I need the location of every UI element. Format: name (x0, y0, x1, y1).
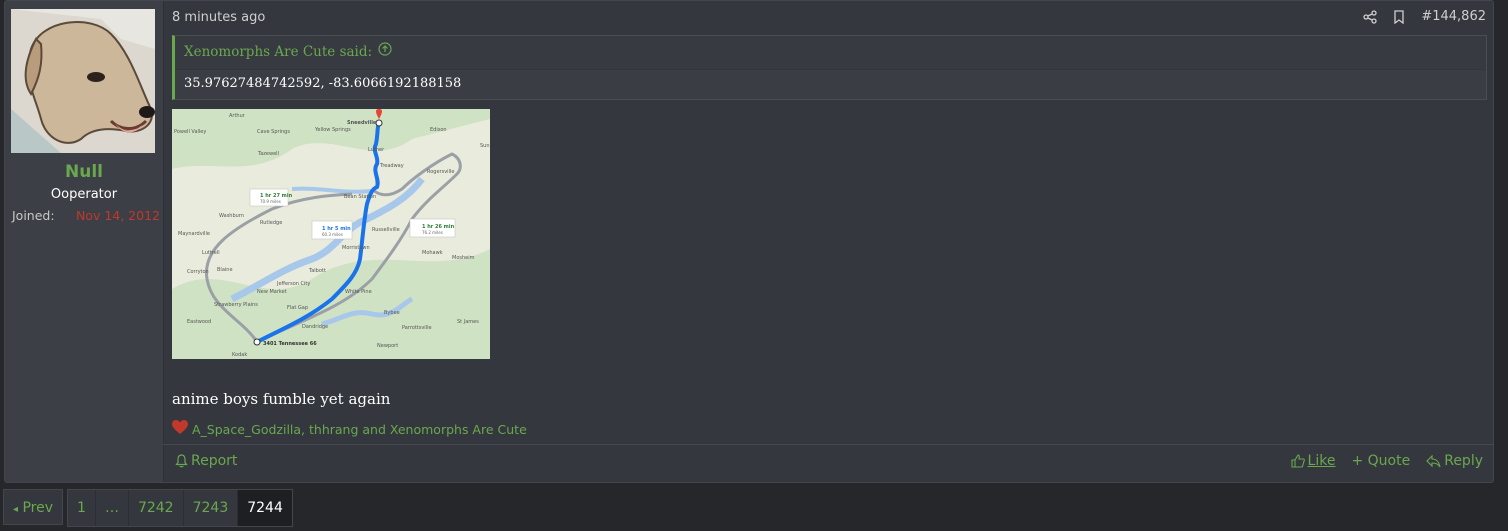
map-label: Rogersville (427, 169, 454, 175)
post-actions: #144,862 (1363, 9, 1486, 24)
map-label: Jefferson City (276, 281, 310, 287)
quote-header[interactable]: Xenomorphs Are Cute said: (175, 36, 1486, 70)
report-label: Report (191, 453, 238, 469)
map-label: Washburn (219, 213, 244, 219)
quote-author[interactable]: Xenomorphs Are Cute said: (184, 36, 372, 69)
map-label: Arthur (229, 113, 246, 119)
bell-icon (175, 454, 188, 468)
like-label: Like (1307, 453, 1336, 469)
reply-button[interactable]: Reply (1426, 453, 1483, 469)
map-label: Morristown (342, 245, 370, 251)
map-label: Yellow Springs (314, 127, 351, 133)
footer-actions: Like + Quote Reply (1290, 453, 1483, 469)
map-label: Mohawk (422, 250, 443, 256)
report-button[interactable]: Report (175, 453, 237, 469)
page-link-7242[interactable]: 7242 (128, 490, 184, 526)
map-label: Dandridge (302, 324, 328, 330)
quote-block: Xenomorphs Are Cute said: 35.97627484742… (172, 35, 1487, 100)
arrow-up-circle-icon[interactable] (378, 36, 392, 69)
map-label: Parrottsville (402, 325, 432, 331)
quote-label: + Quote (1351, 453, 1411, 469)
quote-text: 35.97627484742592, -83.6066192188158 (184, 76, 462, 91)
map-label: White Pine (345, 289, 372, 295)
map-label: Mosheim (452, 255, 475, 261)
thumbs-up-icon (1290, 454, 1305, 468)
map-label: Kodak (232, 352, 247, 358)
chevron-left-icon: ◂ (13, 504, 19, 515)
map-label: Cave Springs (257, 129, 290, 135)
post-main: 8 minutes ago #144,862 Xenomorphs Are Cu… (163, 1, 1493, 482)
map-label: Powell Valley (174, 129, 206, 135)
pagination: ◂ Prev 1 … 7242 7243 7244 (3, 489, 293, 527)
map-label: Blaine (217, 267, 233, 273)
map-label: Rutledge (260, 220, 282, 226)
reactions-bar: A_Space_Godzilla, thhrang and Xenomorphs… (172, 420, 527, 438)
map-label: Luttrell (202, 250, 220, 256)
map-label: Russellville (372, 227, 400, 233)
map-image[interactable]: 1 hr 27 min 70.9 miles 1 hr 5 min 60.3 m… (172, 109, 490, 359)
route-label-1-dist: 70.9 miles (260, 199, 281, 204)
page-link-1[interactable]: 1 (68, 490, 96, 526)
prev-page-button[interactable]: ◂ Prev (3, 489, 64, 525)
page-current[interactable]: 7244 (238, 490, 292, 526)
map-label: Strawberry Plains (214, 302, 258, 308)
map-label-destination: 3401 Tennessee 66 (263, 341, 317, 347)
map-label: Luther (368, 147, 385, 153)
avatar[interactable] (11, 9, 155, 153)
joined-label: Joined: (12, 208, 55, 223)
map-label: Tazewell (257, 151, 279, 157)
map-label: Flat Gap (287, 305, 308, 311)
map-label: Treadway (379, 163, 404, 169)
map-label: Sun (480, 143, 490, 149)
user-info-panel: Null Ooperator Joined: Nov 14, 2012 (5, 1, 164, 482)
route-label-2-dist: 60.3 miles (322, 232, 343, 237)
map-label: Bean Station (344, 194, 376, 200)
page-ellipsis[interactable]: … (95, 490, 129, 526)
post-number[interactable]: #144,862 (1421, 9, 1486, 24)
map-label: St James (457, 319, 479, 325)
like-button[interactable]: Like (1290, 453, 1336, 469)
username[interactable]: Null (5, 162, 163, 182)
map-label: Eastwood (187, 319, 211, 325)
page-list: 1 … 7242 7243 7244 (67, 489, 293, 527)
reply-label: Reply (1444, 453, 1483, 469)
map-label: Corryton (187, 269, 209, 275)
map-label: Talbott (308, 268, 326, 274)
map-label: New Market (257, 289, 287, 295)
map-label-sneedville: Sneedville (347, 120, 377, 126)
bookmark-icon[interactable] (1393, 9, 1405, 24)
route-label-3-dist: 76.2 miles (422, 230, 443, 235)
map-label: Edison (430, 127, 447, 133)
prev-label: Prev (22, 500, 54, 516)
post-footer: Report Like + Quote Reply (163, 444, 1493, 482)
heart-icon[interactable] (172, 420, 188, 438)
share-icon[interactable] (1363, 9, 1377, 24)
reply-icon (1426, 454, 1441, 467)
map-label: Newport (377, 343, 398, 349)
page-link-7243[interactable]: 7243 (183, 490, 239, 526)
reactions-list[interactable]: A_Space_Godzilla, thhrang and Xenomorphs… (192, 422, 527, 437)
map-label: Maynardville (178, 231, 210, 237)
post-time[interactable]: 8 minutes ago (172, 10, 265, 25)
map-label: Bybee (384, 310, 400, 316)
joined-date: Nov 14, 2012 (75, 208, 160, 223)
user-title: Ooperator (50, 187, 118, 202)
post-body: anime boys fumble yet again (172, 390, 391, 408)
post-container: Null Ooperator Joined: Nov 14, 2012 8 mi… (4, 0, 1494, 483)
quote-button[interactable]: + Quote (1351, 453, 1410, 469)
